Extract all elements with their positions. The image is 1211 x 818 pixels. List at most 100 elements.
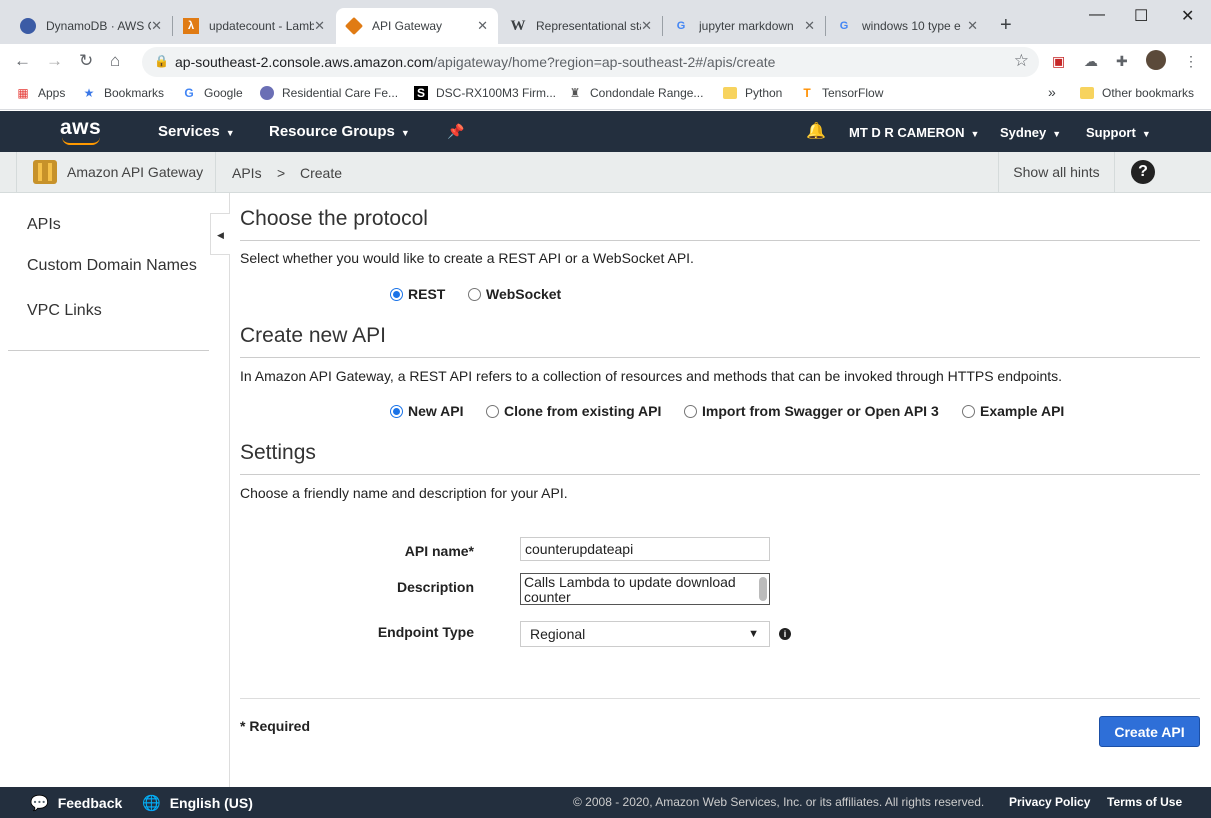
- radio-unselected[interactable]: [962, 404, 975, 418]
- breadcrumb-create: Create: [300, 165, 343, 181]
- help-icon[interactable]: ?: [1131, 160, 1155, 184]
- radio-selected[interactable]: [390, 404, 403, 418]
- radio-selected[interactable]: [390, 287, 403, 301]
- address-bar[interactable]: 🔒 ap-southeast-2.console.aws.amazon.com/…: [142, 47, 1039, 77]
- folder-icon: [723, 87, 737, 99]
- bookmark-bookmarks[interactable]: ★ Bookmarks: [82, 86, 164, 100]
- lock-icon: 🔒: [154, 54, 169, 68]
- form-footer-rule: [240, 698, 1200, 699]
- crest-icon: ♜: [569, 86, 581, 100]
- textarea-scrollbar[interactable]: [759, 577, 767, 601]
- radio-example-api[interactable]: Example API: [962, 403, 1064, 419]
- aws-footer: 💬 Feedback 🌐 English (US) © 2008 - 2020, A…: [0, 787, 1211, 818]
- terms-of-use-link[interactable]: Terms of Use: [1107, 795, 1182, 809]
- bookmark-google[interactable]: G Google: [182, 86, 242, 100]
- extensions-puzzle-icon[interactable]: ✚: [1116, 53, 1128, 70]
- api-name-label: API name*: [404, 543, 474, 559]
- close-icon[interactable]: ✕: [151, 18, 162, 34]
- radio-new-api[interactable]: New API: [390, 403, 464, 419]
- back-icon[interactable]: ←: [14, 51, 31, 71]
- reload-icon[interactable]: ↻: [79, 51, 93, 71]
- radio-websocket[interactable]: WebSocket: [468, 286, 561, 302]
- tab-dynamodb[interactable]: DynamoDB · AWS Console ✕: [10, 8, 172, 44]
- extension-pocket-icon[interactable]: ▣: [1052, 53, 1065, 70]
- profile-avatar[interactable]: [1146, 50, 1166, 70]
- create-api-button[interactable]: Create API: [1099, 716, 1200, 747]
- nav-item-custom-domain-names[interactable]: Custom Domain Names: [27, 257, 197, 275]
- services-menu[interactable]: Services ▼: [158, 123, 235, 140]
- forward-icon[interactable]: →: [46, 51, 63, 71]
- radio-unselected[interactable]: [486, 404, 499, 418]
- menu-kebab-icon[interactable]: ⋮: [1184, 53, 1198, 70]
- pin-icon[interactable]: 📌: [447, 123, 464, 140]
- close-icon[interactable]: ✕: [314, 18, 325, 34]
- api-gateway-icon: [33, 160, 57, 184]
- new-tab-button[interactable]: +: [1000, 14, 1012, 37]
- url-text: ap-southeast-2.console.aws.amazon.com/ap…: [175, 54, 776, 70]
- bookmark-dsc-rx100[interactable]: S DSC-RX100M3 Firm...: [414, 86, 556, 100]
- tab-windows-search[interactable]: G windows 10 type e ✕: [826, 8, 988, 44]
- region-menu[interactable]: Sydney ▼: [1000, 125, 1061, 140]
- nav-item-apis[interactable]: APIs: [27, 216, 61, 234]
- bookmark-other[interactable]: Other bookmarks: [1080, 86, 1194, 100]
- radio-rest[interactable]: REST: [390, 286, 445, 302]
- home-icon[interactable]: ⌂: [110, 51, 120, 71]
- breadcrumb-apis[interactable]: APIs: [232, 165, 262, 181]
- info-icon[interactable]: i: [779, 628, 791, 640]
- language-selector[interactable]: 🌐 English (US): [142, 794, 253, 812]
- notifications-bell-icon[interactable]: 🔔: [806, 121, 826, 141]
- close-icon[interactable]: ✕: [804, 18, 815, 34]
- show-all-hints-button[interactable]: Show all hints: [998, 152, 1115, 192]
- bookmark-residential-care[interactable]: Residential Care Fe...: [260, 86, 398, 100]
- api-name-input[interactable]: counterupdateapi: [520, 537, 770, 561]
- minimize-icon[interactable]: —: [1089, 6, 1105, 24]
- caret-down-icon: ▼: [400, 128, 410, 138]
- section-rule: [240, 357, 1200, 358]
- tab-api-gateway[interactable]: API Gateway ✕: [336, 8, 498, 44]
- bookmarks-overflow-button[interactable]: »: [1048, 84, 1056, 100]
- tab-wikipedia[interactable]: W Representational state ✕: [500, 8, 662, 44]
- caret-down-icon: ▼: [225, 128, 235, 138]
- tab-lambda[interactable]: λ updatecount - Lambda ✕: [173, 8, 335, 44]
- bookmark-tensorflow[interactable]: T TensorFlow: [800, 86, 883, 100]
- tab-label: updatecount - Lambda: [209, 19, 315, 33]
- bookmark-apps[interactable]: ▦ Apps: [16, 86, 65, 100]
- collapse-nav-button[interactable]: ◀: [210, 213, 230, 255]
- protocol-title: Choose the protocol: [240, 207, 428, 230]
- bookmark-python[interactable]: Python: [723, 86, 782, 100]
- radio-unselected[interactable]: [684, 404, 697, 418]
- browser-toolbar: ← → ↻ ⌂ 🔒 ap-southeast-2.console.aws.ama…: [0, 44, 1211, 78]
- privacy-policy-link[interactable]: Privacy Policy: [1009, 795, 1090, 809]
- close-icon[interactable]: ✕: [967, 18, 978, 34]
- nav-divider: [8, 350, 209, 351]
- sony-s-icon: S: [414, 86, 428, 100]
- radio-unselected[interactable]: [468, 287, 481, 301]
- service-home-link[interactable]: Amazon API Gateway: [16, 152, 216, 192]
- radio-import-swagger[interactable]: Import from Swagger or Open API 3: [684, 403, 939, 419]
- support-menu[interactable]: Support ▼: [1086, 125, 1151, 140]
- description-textarea[interactable]: Calls Lambda to update download counter: [520, 573, 770, 605]
- close-icon[interactable]: ✕: [641, 18, 652, 34]
- section-rule: [240, 240, 1200, 241]
- resource-groups-menu[interactable]: Resource Groups ▼: [269, 123, 410, 140]
- lambda-icon: λ: [183, 18, 199, 34]
- nav-item-vpc-links[interactable]: VPC Links: [27, 302, 102, 320]
- tab-label: windows 10 type e: [862, 19, 961, 33]
- maximize-icon[interactable]: ☐: [1134, 6, 1148, 26]
- feedback-link[interactable]: 💬 Feedback: [30, 794, 122, 812]
- tab-jupyter-search[interactable]: G jupyter markdown ✕: [663, 8, 825, 44]
- close-icon[interactable]: ✕: [477, 18, 488, 34]
- radio-clone-api[interactable]: Clone from existing API: [486, 403, 661, 419]
- bookmark-condondale[interactable]: ♜ Condondale Range...: [568, 86, 704, 100]
- protocol-description: Select whether you would like to create …: [240, 250, 694, 266]
- extension-cloud-icon[interactable]: ☁: [1084, 53, 1098, 70]
- api-gateway-icon: [344, 16, 364, 36]
- endpoint-type-label: Endpoint Type: [377, 624, 474, 640]
- create-api-description: In Amazon API Gateway, a REST API refers…: [240, 368, 1063, 384]
- bookmark-star-icon[interactable]: ☆: [1014, 51, 1029, 71]
- endpoint-type-select[interactable]: Regional ▼: [520, 621, 770, 647]
- feedback-bubble-icon: 💬: [30, 795, 49, 812]
- apps-grid-icon: ▦: [17, 86, 29, 100]
- close-window-icon[interactable]: ✕: [1181, 6, 1194, 26]
- account-menu[interactable]: MT D R CAMERON ▼: [849, 125, 979, 140]
